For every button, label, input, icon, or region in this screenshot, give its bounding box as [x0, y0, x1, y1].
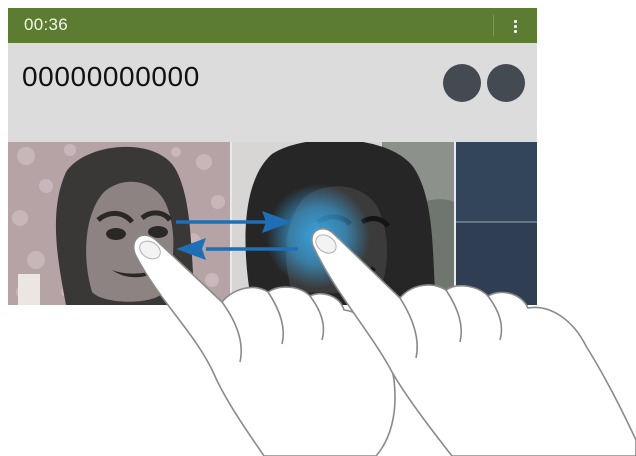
phone-number: 00000000000: [22, 61, 200, 92]
caller-info-panel: 00000000000: [8, 43, 537, 142]
video-tile-2[interactable]: [232, 142, 454, 305]
participant-video-icon: [232, 142, 454, 305]
video-tiles: [8, 142, 537, 305]
more-options-icon[interactable]: [502, 14, 528, 38]
participant-video-icon: [8, 142, 230, 305]
participant-avatar-icon[interactable]: [443, 64, 481, 102]
video-call-screen: 00:36 00000000000: [8, 8, 537, 305]
status-bar-divider: [493, 15, 494, 36]
video-tile-3[interactable]: [456, 142, 537, 305]
call-timer: 00:36: [24, 15, 69, 34]
video-tile-1[interactable]: [8, 142, 230, 305]
call-status-bar: 00:36: [8, 8, 537, 43]
participant-avatar-icon[interactable]: [487, 64, 525, 102]
participant-video-icon: [456, 142, 537, 305]
